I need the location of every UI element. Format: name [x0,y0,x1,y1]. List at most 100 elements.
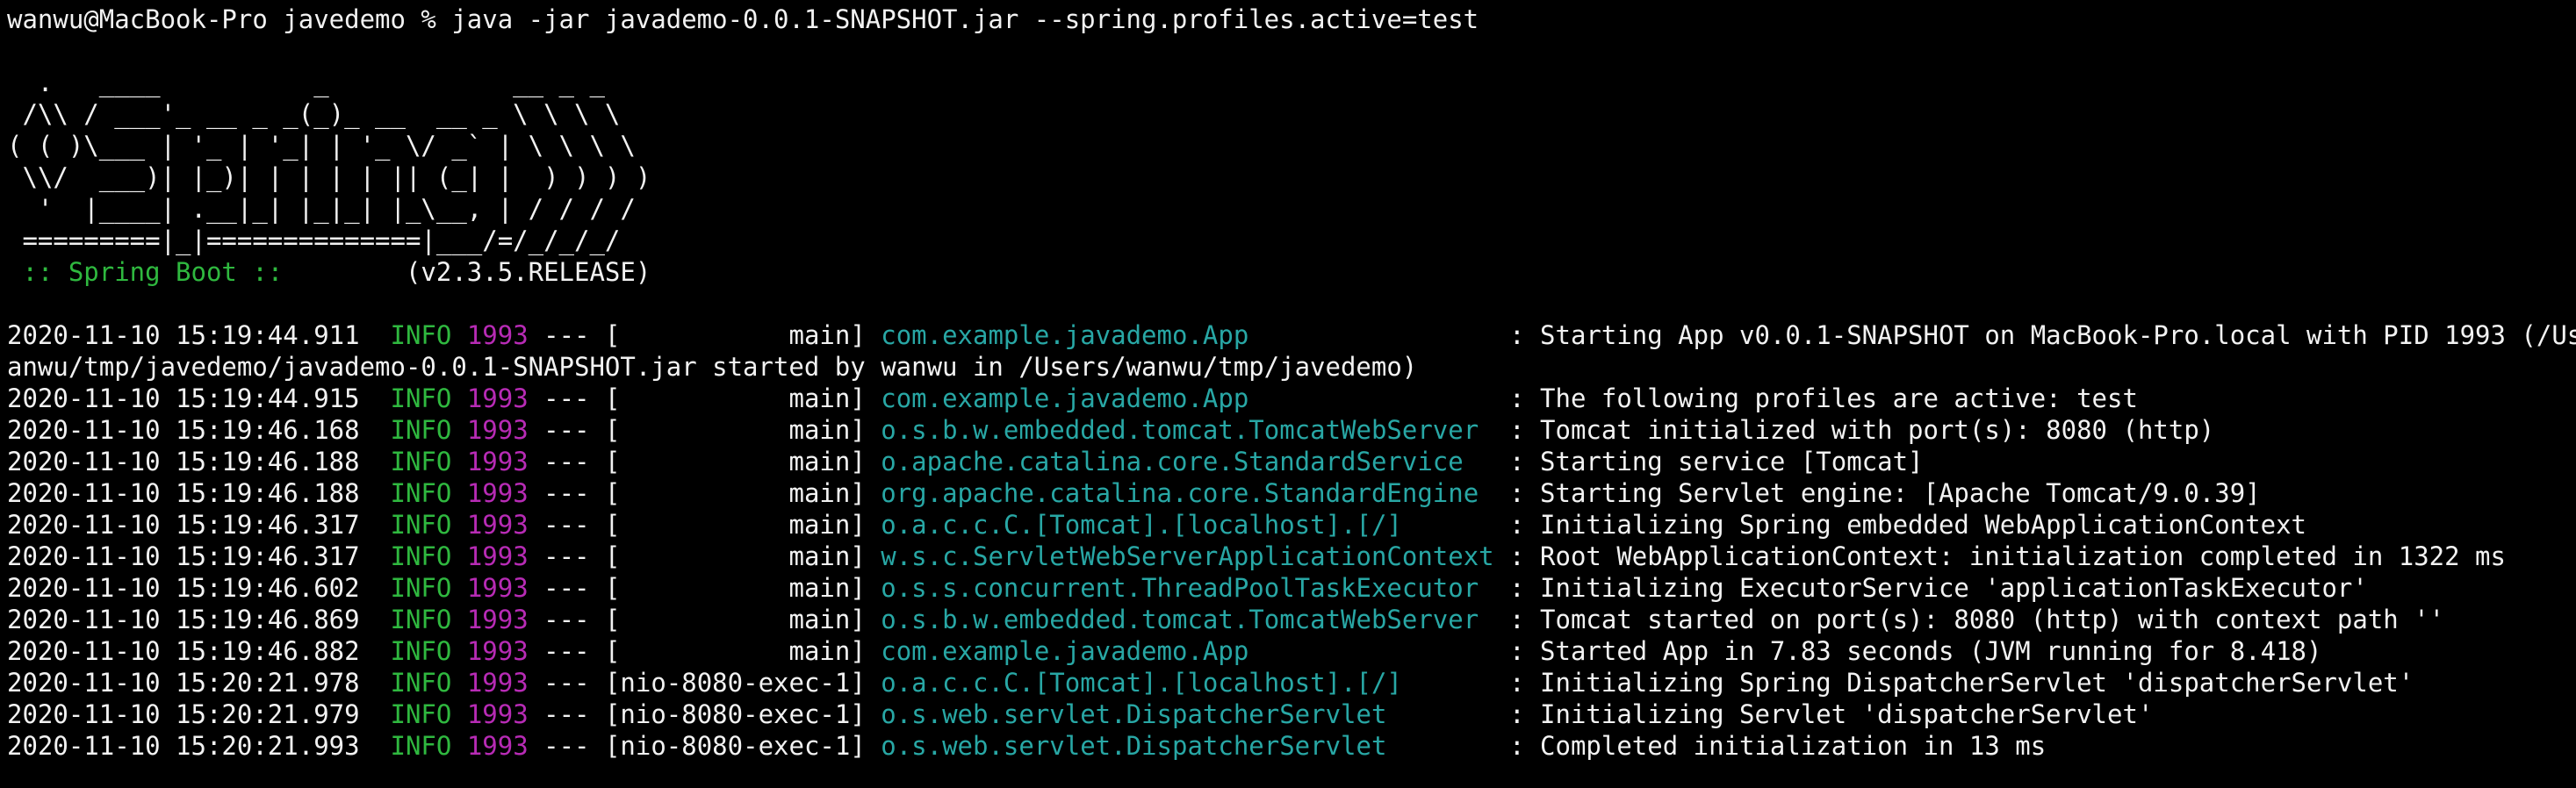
log-message: : Root WebApplicationContext: initializa… [1493,541,2506,571]
log-separator: --- [528,636,605,666]
log-spacer [360,415,391,445]
log-spacer [360,573,391,603]
log-spacer [451,320,466,350]
log-separator: --- [528,573,605,603]
log-spacer [451,541,466,571]
log-thread: [ main] [604,447,881,476]
log-logger: o.apache.catalina.core.StandardService [881,447,1494,476]
log-level: INFO [390,541,452,571]
log-level: INFO [390,478,452,508]
log-spacer [451,415,466,445]
terminal-window[interactable]: wanwu@MacBook-Pro javedemo % java -jar j… [0,0,2576,788]
log-message: : Initializing ExecutorService 'applicat… [1493,573,2368,603]
log-thread: [ main] [604,541,881,571]
banner-line: . ____ _ __ _ _ [7,68,605,97]
log-spacer [360,383,391,413]
log-message: : Tomcat initialized with port(s): 8080 … [1493,415,2215,445]
log-level: INFO [390,320,452,350]
log-output: 2020-11-10 15:19:44.911 INFO 1993 --- [ … [7,319,2576,762]
log-spacer [360,478,391,508]
log-message: : Starting Servlet engine: [Apache Tomca… [1493,478,2261,508]
log-level: INFO [390,447,452,476]
log-line: 2020-11-10 15:19:46.317 INFO 1993 --- [ … [7,509,2576,541]
log-timestamp: 2020-11-10 15:19:46.188 [7,447,360,476]
log-separator: --- [528,415,605,445]
log-pid: 1993 [466,320,529,350]
banner-line: ( ( )\___ | '_ | '_| | '_ \/ _` | \ \ \ … [7,131,636,161]
log-level: INFO [390,636,452,666]
log-pid: 1993 [466,605,529,634]
log-spacer [451,636,466,666]
log-logger: o.a.c.c.C.[Tomcat].[localhost].[/] [881,668,1494,698]
log-line: 2020-11-10 15:19:44.915 INFO 1993 --- [ … [7,383,2576,414]
log-line: 2020-11-10 15:19:46.602 INFO 1993 --- [ … [7,572,2576,604]
banner-line: \\/ ___)| |_)| | | | | || (_| | ) ) ) ) [7,162,651,192]
log-message: : The following profiles are active: tes… [1493,383,2138,413]
log-spacer [360,541,391,571]
log-pid: 1993 [466,699,529,729]
log-spacer [451,573,466,603]
log-thread: [ main] [604,636,881,666]
log-separator: --- [528,447,605,476]
log-spacer [360,320,391,350]
spring-ascii-banner: . ____ _ __ _ _ /\\ / ___'_ __ _ _(_)_ _… [7,67,2576,288]
log-spacer [451,510,466,540]
log-timestamp: 2020-11-10 15:19:46.188 [7,478,360,508]
log-line-continuation: anwu/tmp/javedemo/javademo-0.0.1-SNAPSHO… [7,352,1418,382]
log-level: INFO [390,605,452,634]
log-level: INFO [390,510,452,540]
log-level: INFO [390,573,452,603]
log-timestamp: 2020-11-10 15:19:46.168 [7,415,360,445]
log-spacer [451,668,466,698]
log-line: 2020-11-10 15:20:21.993 INFO 1993 --- [n… [7,730,2576,762]
log-level: INFO [390,668,452,698]
log-pid: 1993 [466,731,529,761]
log-separator: --- [528,668,605,698]
log-timestamp: 2020-11-10 15:19:44.915 [7,383,360,413]
banner-line: /\\ / ___'_ __ _ _(_)_ __ __ _ \ \ \ \ [7,99,621,129]
log-timestamp: 2020-11-10 15:19:46.602 [7,573,360,603]
log-thread: [nio-8080-exec-1] [604,699,881,729]
log-message: : Starting App v0.0.1-SNAPSHOT on MacBoo… [1493,320,2576,350]
log-line: 2020-11-10 15:19:44.911 INFO 1993 --- [ … [7,319,2576,351]
log-spacer [360,510,391,540]
spring-boot-version: (v2.3.5.RELEASE) [298,257,651,287]
log-pid: 1993 [466,383,529,413]
log-thread: [ main] [604,605,881,634]
log-pid: 1993 [466,668,529,698]
log-message: : Initializing Spring embedded WebApplic… [1493,510,2306,540]
command-line[interactable]: wanwu@MacBook-Pro javedemo % java -jar j… [7,4,2576,35]
banner-line: ' |____| .__|_| |_|_| |_\__, | / / / / [7,194,636,224]
log-spacer [360,699,391,729]
log-spacer [360,447,391,476]
log-spacer [360,731,391,761]
shell-prompt: wanwu@MacBook-Pro javedemo % [7,4,452,34]
log-message: : Initializing Spring DispatcherServlet … [1493,668,2414,698]
log-message: : Completed initialization in 13 ms [1493,731,2047,761]
log-level: INFO [390,731,452,761]
log-spacer [360,668,391,698]
log-logger: o.s.b.w.embedded.tomcat.TomcatWebServer [881,415,1494,445]
log-spacer [451,478,466,508]
command-text: java -jar javademo-0.0.1-SNAPSHOT.jar --… [451,4,1479,34]
log-spacer [451,699,466,729]
log-line: 2020-11-10 15:19:46.188 INFO 1993 --- [ … [7,446,2576,477]
banner-line: =========|_|==============|___/=/_/_/_/ [7,226,621,255]
log-pid: 1993 [466,541,529,571]
log-separator: --- [528,478,605,508]
log-thread: [ main] [604,478,881,508]
log-separator: --- [528,320,605,350]
log-spacer [360,636,391,666]
log-line: 2020-11-10 15:20:21.978 INFO 1993 --- [n… [7,667,2576,698]
log-thread: [ main] [604,320,881,350]
log-message: : Tomcat started on port(s): 8080 (http)… [1493,605,2445,634]
log-timestamp: 2020-11-10 15:19:46.882 [7,636,360,666]
log-message: : Started App in 7.83 seconds (JVM runni… [1493,636,2322,666]
log-spacer [451,731,466,761]
log-logger: com.example.javademo.App [881,383,1494,413]
log-separator: --- [528,541,605,571]
log-pid: 1993 [466,573,529,603]
log-logger: org.apache.catalina.core.StandardEngine [881,478,1494,508]
